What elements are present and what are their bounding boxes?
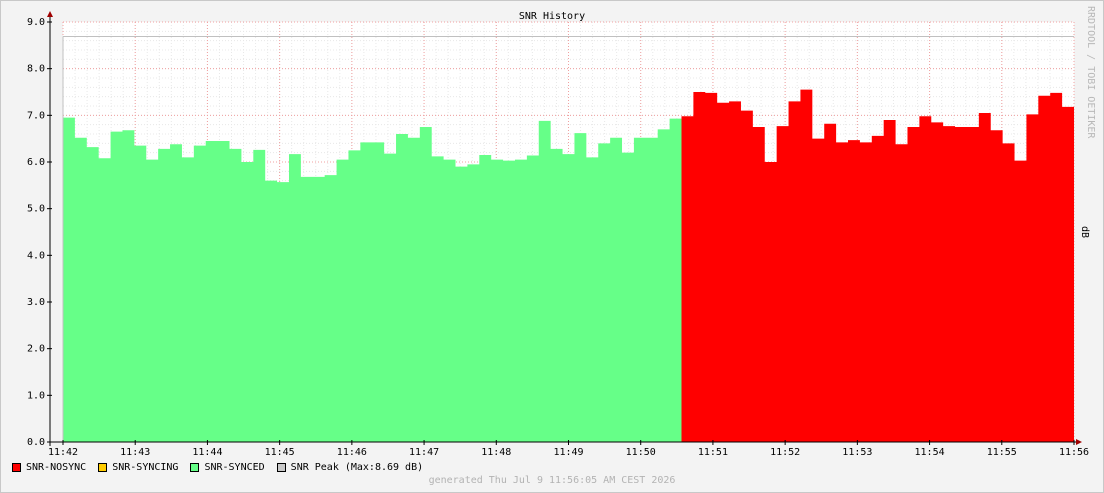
y-tick-label: 7.0 xyxy=(27,110,45,121)
peak-max-value: (Max:8.69 dB) xyxy=(344,461,424,473)
y-tick-label: 2.0 xyxy=(27,344,45,355)
y-tick-label: 0.0 xyxy=(27,437,45,448)
x-tick-label: 11:56 xyxy=(1059,447,1089,458)
rrdtool-watermark: RRDTOOL / TOBI OETIKER xyxy=(1085,6,1096,139)
x-tick-label: 11:52 xyxy=(770,447,800,458)
legend-swatch-peak xyxy=(276,462,286,472)
y-tick-label: 6.0 xyxy=(27,157,45,168)
y-tick-label: 1.0 xyxy=(27,390,45,401)
x-tick-label: 11:42 xyxy=(48,447,78,458)
x-tick-label: 11:55 xyxy=(987,447,1017,458)
x-tick-label: 11:50 xyxy=(626,447,656,458)
y-axis-label: dB xyxy=(1079,226,1090,238)
y-tick-label: 3.0 xyxy=(27,297,45,308)
legend-item-synced: SNR-SYNCED xyxy=(190,461,265,473)
x-tick-label: 11:51 xyxy=(698,447,728,458)
y-tick-label: 8.0 xyxy=(27,64,45,75)
x-tick-label: 11:43 xyxy=(120,447,150,458)
x-tick-label: 11:54 xyxy=(915,447,945,458)
x-tick-label: 11:47 xyxy=(409,447,439,458)
legend-item-peak: SNR Peak xyxy=(276,461,339,473)
x-tick-label: 11:45 xyxy=(265,447,295,458)
area-snr-synced xyxy=(63,117,682,443)
x-axis-arrow xyxy=(1076,439,1082,445)
y-tick-label: 5.0 xyxy=(27,204,45,215)
y-tick-label: 4.0 xyxy=(27,250,45,261)
legend-swatch-nosync xyxy=(12,462,21,472)
legend-label-nosync: SNR-NOSYNC xyxy=(26,461,87,473)
legend-label-syncing: SNR-SYNCING xyxy=(112,461,179,473)
legend-label-synced: SNR-SYNCED xyxy=(204,461,265,473)
chart-title: SNR History xyxy=(519,11,585,22)
y-tick-label: 9.0 xyxy=(27,17,45,28)
legend-item-syncing: SNR-SYNCING xyxy=(98,462,178,473)
x-tick-label: 11:49 xyxy=(553,447,583,458)
generated-timestamp: generated Thu Jul 9 11:56:05 AM CEST 202… xyxy=(428,475,676,486)
legend-item-nosync: SNR-NOSYNC xyxy=(12,462,86,473)
legend-swatch-syncing xyxy=(98,462,108,472)
x-tick-label: 11:53 xyxy=(842,447,872,458)
legend-swatch-synced xyxy=(190,462,200,472)
legend-label-peak: SNR Peak xyxy=(290,461,339,473)
legend: SNR-NOSYNC SNR-SYNCING SNR-SYNCED SNR Pe… xyxy=(12,460,423,474)
x-tick-label: 11:48 xyxy=(481,447,511,458)
y-axis-arrow xyxy=(47,11,53,17)
x-tick-label: 11:46 xyxy=(337,447,367,458)
snr-chart: 0.0 1.0 2.0 3.0 4.0 5.0 6.0 7.0 8.0 9.0 11:42 11:43… xyxy=(27,6,1096,458)
x-tick-label: 11:44 xyxy=(192,447,222,458)
